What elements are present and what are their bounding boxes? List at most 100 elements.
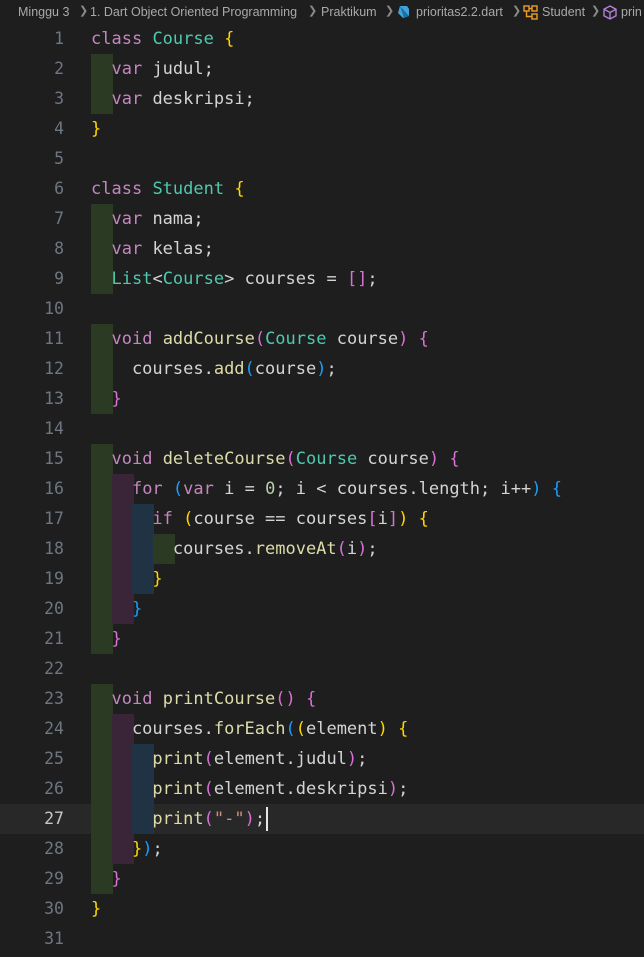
- line-number: 14: [44, 419, 64, 438]
- line-code: var nama;: [91, 209, 203, 229]
- chevron-right-icon: ❯: [512, 5, 522, 17]
- code-token: add: [213, 359, 245, 379]
- line-code: }: [91, 869, 121, 889]
- line-number: 25: [44, 749, 64, 768]
- code-token: courses.: [91, 719, 214, 739]
- breadcrumb-item-folder[interactable]: Minggu 3: [18, 5, 69, 19]
- line-number: 7: [54, 209, 64, 228]
- line-code: }: [91, 119, 101, 139]
- code-token: print: [152, 809, 204, 829]
- line-number: 16: [44, 479, 64, 498]
- code-line[interactable]: 31: [0, 924, 644, 954]
- line-number: 3: [54, 89, 64, 108]
- code-token: print: [152, 779, 204, 799]
- chevron-right-icon: ❯: [385, 5, 395, 17]
- code-line[interactable]: 6 class Student {: [0, 174, 644, 204]
- line-number: 5: [54, 149, 64, 168]
- line-code: }: [91, 389, 121, 409]
- line-number: 10: [44, 299, 64, 318]
- code-token: ;: [398, 779, 409, 799]
- code-token: Course: [265, 329, 327, 349]
- line-number: 17: [44, 509, 64, 528]
- code-line[interactable]: 22: [0, 654, 644, 684]
- code-line[interactable]: 14: [0, 414, 644, 444]
- line-number: 12: [44, 359, 64, 378]
- breadcrumb-item-class[interactable]: Student: [542, 5, 585, 19]
- text-cursor: [266, 807, 269, 831]
- code-token: element.deskripsi: [213, 779, 388, 799]
- code-token: }: [131, 599, 143, 619]
- line-number: 6: [54, 179, 64, 198]
- breadcrumb: Minggu 3 ❯ 1. Dart Object Oriented Progr…: [0, 0, 644, 26]
- code-token: void: [111, 689, 153, 709]
- line-number: 24: [44, 719, 64, 738]
- code-token: }: [91, 899, 102, 919]
- code-token: ;: [254, 809, 266, 829]
- line-code: class Course {: [91, 29, 234, 49]
- code-token: ): [142, 839, 153, 859]
- code-line[interactable]: 30}: [0, 894, 644, 924]
- line-number: 30: [44, 899, 64, 918]
- code-token: ;: [326, 359, 337, 379]
- line-code: class Student {: [91, 179, 245, 199]
- code-token: class: [91, 29, 143, 49]
- code-line[interactable]: 1 class Course {: [0, 24, 644, 54]
- code-token: ): [377, 719, 388, 739]
- code-line[interactable]: 5: [0, 144, 644, 174]
- line-code: }: [91, 569, 162, 589]
- breadcrumb-item-subfolder[interactable]: 1. Dart Object Oriented Programming: [90, 5, 297, 19]
- code-token: []: [346, 269, 368, 289]
- code-editor[interactable]: Minggu 3 ❯ 1. Dart Object Oriented Progr…: [0, 0, 644, 957]
- code-token: (: [183, 509, 194, 529]
- line-number: 27: [44, 809, 64, 828]
- line-number: 31: [44, 929, 64, 948]
- code-token: void: [111, 329, 153, 349]
- code-token: ; i < courses.length; i++: [275, 479, 532, 499]
- code-area[interactable]: 1 class Course {2 var judul; 3 var deskrip…: [0, 24, 644, 957]
- breadcrumb-item-praktikum[interactable]: Praktikum: [321, 5, 377, 19]
- code-token: courses.: [91, 359, 214, 379]
- line-number: 28: [44, 839, 64, 858]
- line-code: print(element.judul);: [91, 749, 367, 769]
- code-token: (: [203, 809, 214, 829]
- code-token: ): [531, 479, 542, 499]
- line-number: 1: [54, 29, 64, 48]
- code-token: 0: [265, 479, 276, 499]
- code-token: var: [111, 239, 143, 259]
- code-token: course: [254, 359, 317, 379]
- breadcrumb-item-file[interactable]: prioritas2.2.dart: [416, 5, 503, 19]
- code-token: element: [305, 719, 378, 739]
- code-token: ;: [152, 839, 163, 859]
- line-code: courses.add(course);: [91, 359, 337, 379]
- code-token: kelas;: [142, 239, 214, 259]
- line-code: List<Course> courses = [];: [91, 269, 378, 289]
- method-symbol-icon: [603, 5, 617, 23]
- line-code: courses.forEach((element) {: [91, 719, 408, 739]
- line-code: for (var i = 0; i < courses.length; i++)…: [91, 479, 562, 499]
- breadcrumb-item-method[interactable]: prin: [621, 5, 642, 19]
- code-token: Course: [162, 269, 225, 289]
- code-token: courses.: [91, 539, 255, 559]
- code-line[interactable]: 10: [0, 294, 644, 324]
- line-code: print(element.deskripsi);: [91, 779, 408, 799]
- code-token: ): [428, 449, 440, 469]
- code-line[interactable]: 4}: [0, 114, 644, 144]
- code-token: }: [91, 119, 102, 139]
- code-token: ;: [367, 269, 378, 289]
